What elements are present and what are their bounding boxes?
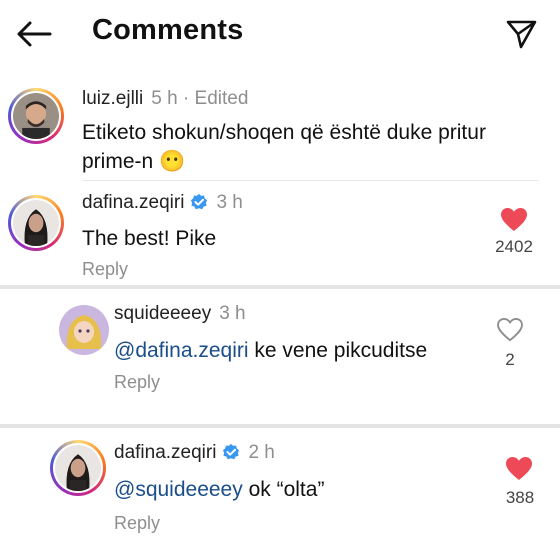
comment-username[interactable]: dafina.zeqiri 2 h xyxy=(114,442,275,464)
comment-text-line: Etiketo shokun/shoqen që është duke prit… xyxy=(82,121,486,144)
comment-username[interactable]: dafina.zeqiri 3 h xyxy=(82,192,243,214)
comment-text: The best! Pike xyxy=(82,227,217,250)
comment-time: 5 h · Edited xyxy=(151,88,249,109)
verified-badge-icon xyxy=(223,443,240,460)
paper-plane-icon xyxy=(506,20,537,49)
heart-outline-icon[interactable] xyxy=(497,318,523,342)
comment-text-line: prime-n 😶 xyxy=(82,150,186,173)
comment-body: ke vene pikcuditse xyxy=(248,339,428,362)
comment-username[interactable]: luiz.ejlli 5 h · Edited xyxy=(82,88,248,110)
username-text[interactable]: squideeeey xyxy=(114,303,211,324)
mention-link[interactable]: @squideeeey xyxy=(114,478,243,501)
comment-text: @dafina.zeqiri ke vene pikcuditse xyxy=(114,336,427,365)
avatar-photo xyxy=(59,305,109,355)
avatar[interactable] xyxy=(56,302,112,358)
username-text[interactable]: dafina.zeqiri xyxy=(114,442,216,463)
comment-time: 2 h xyxy=(248,442,275,463)
username-text[interactable]: luiz.ejlli xyxy=(82,88,143,109)
comment-time: 3 h xyxy=(216,192,243,213)
like-count: 2402 xyxy=(495,237,533,256)
avatar[interactable] xyxy=(8,195,64,251)
section-divider xyxy=(0,285,560,289)
page-title: Comments xyxy=(92,14,244,46)
heart-filled-icon[interactable] xyxy=(505,456,533,482)
header: Comments xyxy=(0,0,560,66)
comment-username[interactable]: squideeeey 3 h xyxy=(114,303,246,325)
avatar[interactable] xyxy=(8,88,64,144)
comment-text: @squideeeey ok “olta” xyxy=(114,475,324,504)
avatar-photo xyxy=(55,445,101,491)
reply-button[interactable]: Reply xyxy=(114,372,160,393)
divider xyxy=(82,180,538,181)
mention-link[interactable]: @dafina.zeqiri xyxy=(114,339,249,362)
comment-text: Etiketo shokun/shoqen që është duke prit… xyxy=(82,118,486,176)
section-divider xyxy=(0,424,560,428)
like-count: 2 xyxy=(505,350,515,369)
comment-time: 3 h xyxy=(219,303,246,324)
share-button[interactable] xyxy=(504,16,538,50)
avatar-photo xyxy=(13,200,59,246)
reply-button[interactable]: Reply xyxy=(82,259,128,280)
arrow-left-icon xyxy=(17,21,52,47)
like-count: 388 xyxy=(505,488,535,507)
reply-button[interactable]: Reply xyxy=(114,513,160,534)
verified-badge-icon xyxy=(191,193,208,210)
username-text[interactable]: dafina.zeqiri xyxy=(82,192,184,213)
heart-filled-icon[interactable] xyxy=(500,207,528,233)
avatar-photo xyxy=(13,93,59,139)
back-button[interactable] xyxy=(14,18,54,50)
comment-body: ok “olta” xyxy=(242,478,325,501)
avatar[interactable] xyxy=(50,440,106,496)
